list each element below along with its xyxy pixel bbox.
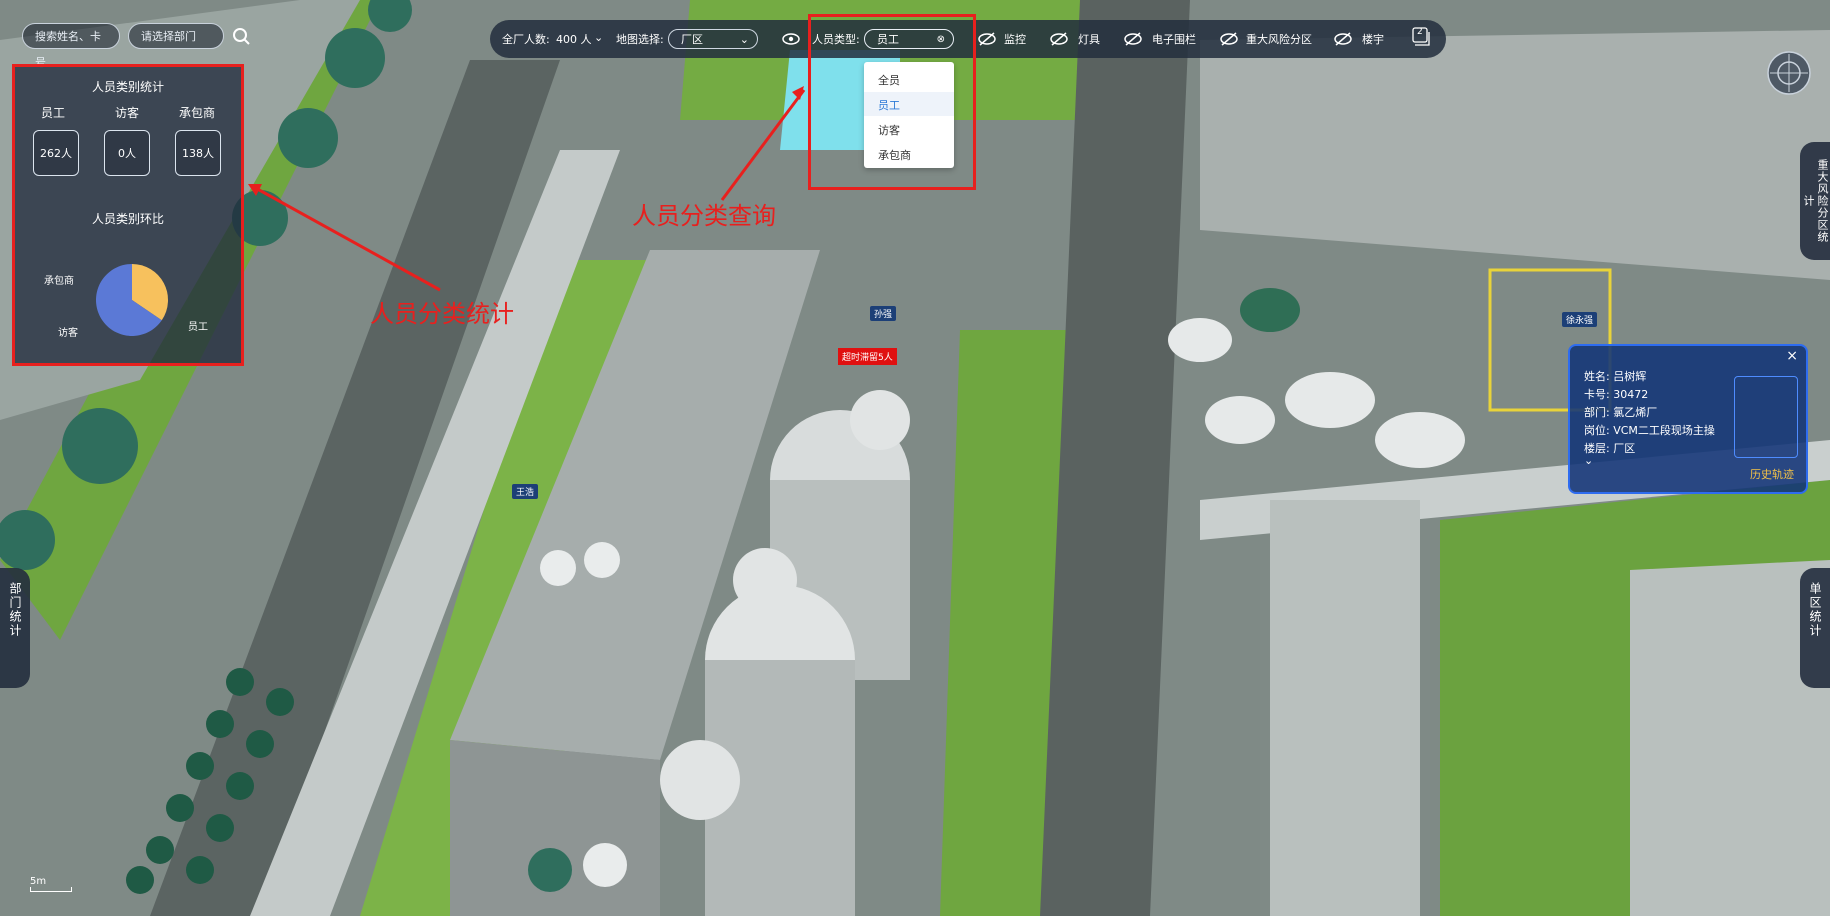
- stats-highlight-box: [12, 64, 244, 366]
- search-icon[interactable]: [232, 27, 250, 45]
- eye-off-icon[interactable]: [1334, 32, 1352, 46]
- chevron-down-icon[interactable]: ⌄: [1584, 454, 1593, 467]
- department-select[interactable]: 请选择部门: [128, 23, 224, 49]
- name-search-input[interactable]: 搜索姓名、卡号: [22, 23, 120, 69]
- toolbar-item-fence[interactable]: 电子围栏: [1152, 31, 1196, 47]
- scale-label: 5m: [30, 876, 47, 887]
- info-dept: 氯乙烯厂: [1613, 406, 1658, 419]
- map-label: 地图选择:: [616, 33, 664, 46]
- info-card-label: 卡号:: [1584, 388, 1610, 401]
- info-card-no: 30472: [1613, 388, 1649, 401]
- scale-bar: 5m: [30, 876, 72, 892]
- side-tab-risk-zone-stats[interactable]: 重大风险分区统计: [1800, 142, 1830, 260]
- info-name: 吕树辉: [1613, 370, 1647, 383]
- info-floor: 厂区: [1613, 442, 1636, 455]
- annotation-stats: 人员分类统计: [370, 300, 514, 328]
- side-tab-label: 单区统计: [1808, 582, 1822, 638]
- toolbar-item-lamps[interactable]: 灯具: [1078, 31, 1100, 47]
- total-value[interactable]: 400 人: [556, 31, 592, 47]
- map-select[interactable]: 厂区 ⌄: [668, 29, 758, 49]
- side-tab-label: 部门统计: [8, 582, 22, 638]
- eye-off-icon[interactable]: [978, 32, 996, 46]
- eye-icon[interactable]: [782, 32, 800, 46]
- compass-icon[interactable]: [1766, 50, 1812, 96]
- map-select-value: 厂区: [681, 33, 703, 46]
- info-dept-label: 部门:: [1584, 406, 1610, 419]
- annotation-query: 人员分类查询: [632, 202, 776, 230]
- map-chevron-icon: ⌄: [739, 33, 749, 46]
- layers-icon[interactable]: 2: [1410, 26, 1432, 50]
- layers-badge: 2: [1417, 27, 1423, 37]
- toolbar-item-building[interactable]: 楼宇: [1362, 31, 1384, 47]
- query-highlight-box: [808, 14, 976, 190]
- toolbar-item-risk-zone[interactable]: 重大风险分区: [1246, 31, 1312, 47]
- person-tag[interactable]: 徐永强: [1562, 312, 1598, 327]
- history-track-link[interactable]: 历史轨迹: [1750, 466, 1794, 482]
- eye-off-icon[interactable]: [1124, 32, 1142, 46]
- eye-off-icon[interactable]: [1050, 32, 1068, 46]
- total-chevron-icon[interactable]: ⌄: [594, 31, 603, 44]
- info-name-label: 姓名:: [1584, 370, 1610, 383]
- person-info-card: × 姓名: 吕树辉 卡号: 30472 部门: 氯乙烯厂 岗位: VCM二工段现…: [1568, 344, 1808, 494]
- scale-line: [30, 887, 72, 892]
- toolbar-item-monitor[interactable]: 监控: [1004, 31, 1026, 47]
- side-tab-label: 重大风险分区统计: [1802, 159, 1829, 243]
- side-tab-department-stats[interactable]: 部门统计: [0, 568, 30, 688]
- alarm-tag[interactable]: 超时滞留5人: [838, 348, 897, 365]
- info-post-label: 岗位:: [1584, 424, 1610, 437]
- total-label: 全厂人数:: [502, 33, 550, 46]
- person-tag[interactable]: 孙强: [870, 306, 897, 321]
- info-post: VCM二工段现场主操: [1613, 424, 1715, 437]
- side-tab-zone-stats[interactable]: 单区统计: [1800, 568, 1830, 688]
- close-icon[interactable]: ×: [1786, 348, 1798, 364]
- eye-off-icon[interactable]: [1220, 32, 1238, 46]
- person-tag[interactable]: 王浩: [512, 484, 539, 499]
- avatar: [1734, 376, 1798, 458]
